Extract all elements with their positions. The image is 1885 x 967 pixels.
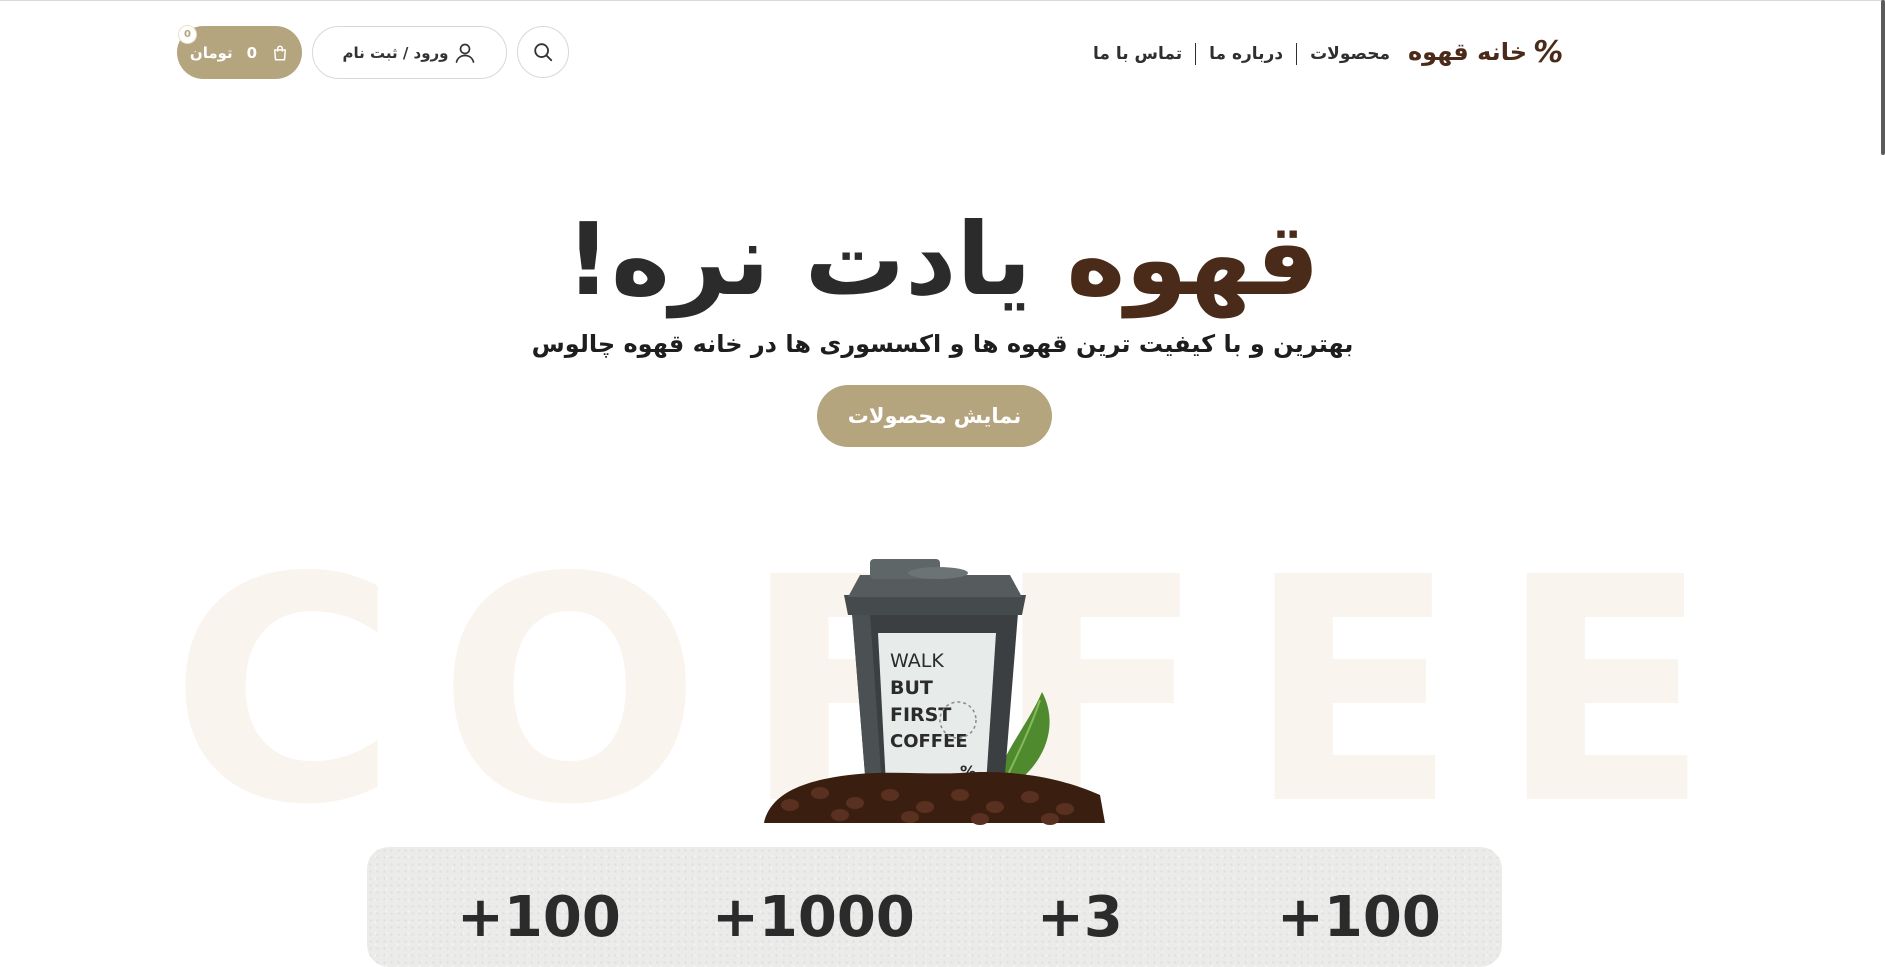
background-letter: O xyxy=(437,512,702,873)
search-icon xyxy=(534,43,553,62)
cup-text-coffee: COFFEE xyxy=(890,731,968,752)
cart-count-badge: 0 xyxy=(179,26,196,43)
main-nav: محصولات درباره ما تماس با ما xyxy=(1080,36,1403,72)
stat-value: +3 xyxy=(1037,885,1123,950)
hero-title: قهوه یادت نره! xyxy=(0,200,1885,320)
background-letter: E xyxy=(1498,512,1710,873)
site-header: % خانه قهوه محصولات درباره ما تماس با ما… xyxy=(0,0,1885,105)
shopping-bag-icon xyxy=(274,45,287,60)
login-register-button[interactable]: ورود / ثبت نام xyxy=(312,26,507,79)
hero-title-rest: یادت نره! xyxy=(565,201,1032,318)
cart-amount: 0 xyxy=(246,43,258,62)
stats-section: +100 +1000 +3 +100 xyxy=(367,847,1502,967)
stat-value: +100 xyxy=(457,885,621,950)
hero-title-accent: قهوه xyxy=(1066,201,1320,318)
coffee-cup-illustration: WALK BUT FIRST COFFEE % xyxy=(764,559,1105,825)
user-icon xyxy=(455,43,474,63)
show-products-button[interactable]: نمایش محصولات xyxy=(817,385,1052,447)
cup-text-but: BUT xyxy=(890,677,933,699)
logo-text: خانه قهوه xyxy=(1408,38,1528,66)
cup-text-first: FIRST xyxy=(890,704,951,726)
nav-divider xyxy=(1296,43,1298,65)
background-letter: E xyxy=(1246,512,1458,873)
stat-value: +100 xyxy=(1277,885,1441,950)
cup-text-walk: WALK xyxy=(890,650,944,672)
nav-item-contact[interactable]: تماس با ما xyxy=(1080,44,1195,64)
site-logo[interactable]: % خانه قهوه xyxy=(1408,32,1566,72)
hero-subtitle: بهترین و با کیفیت ترین قهوه ها و اکسسوری… xyxy=(531,330,1354,358)
nav-item-about[interactable]: درباره ما xyxy=(1196,44,1296,64)
nav-item-products[interactable]: محصولات xyxy=(1297,44,1403,64)
login-label: ورود / ثبت نام xyxy=(342,43,449,62)
search-button[interactable] xyxy=(517,26,569,78)
cart-currency: تومان xyxy=(189,43,233,62)
cup-lid xyxy=(844,595,1026,615)
background-letter: C xyxy=(170,512,398,873)
nav-divider xyxy=(1195,43,1197,65)
stat-value: +1000 xyxy=(712,885,915,950)
logo-percent-mark: % xyxy=(1530,34,1566,70)
